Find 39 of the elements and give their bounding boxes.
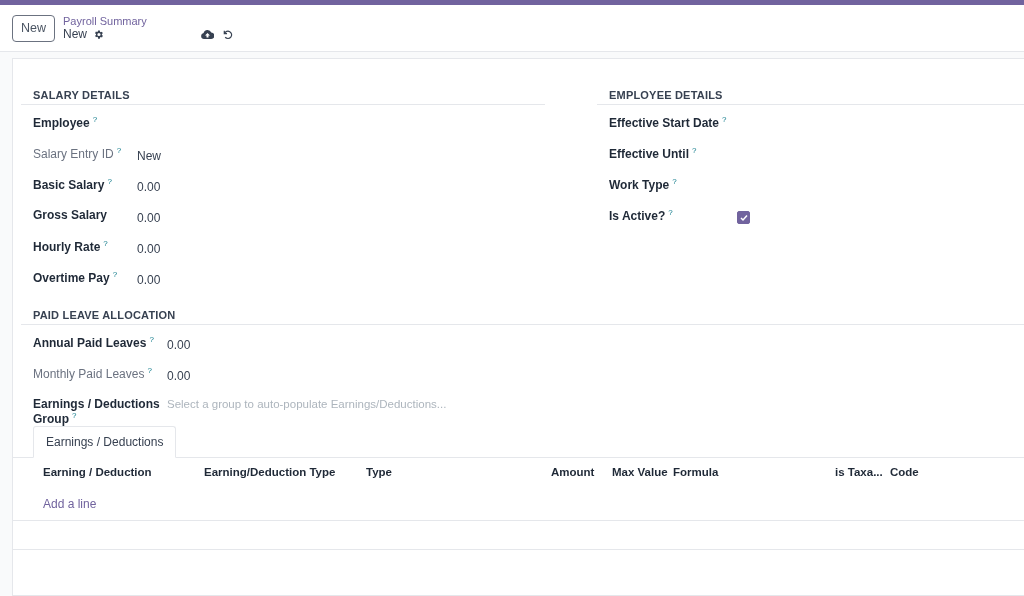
field-label: Employee $^{?}$ [33, 114, 99, 132]
column-header: Max Value [612, 466, 669, 478]
settings-icon[interactable] [93, 28, 105, 40]
add-line-link[interactable]: Add a line [43, 497, 97, 511]
field-label: Work Type $^{?}$ [609, 176, 678, 194]
field-label: Hourly Rate $^{?}$ [33, 238, 109, 256]
field-label: Gross Salary [33, 207, 109, 224]
field-label: Monthly Paid Leaves $^{?}$ [33, 365, 153, 383]
column-header: Earning/Deduction Type [204, 466, 337, 478]
column-header: is Taxa... [835, 466, 884, 478]
record-name: New [63, 27, 88, 41]
new-button[interactable]: New [12, 14, 55, 42]
field-label: Basic Salary $^{?}$ [33, 176, 113, 194]
column-header: Type [366, 466, 393, 478]
field-value: 0.00 [137, 179, 162, 194]
cloud-upload-icon[interactable] [200, 28, 214, 40]
undo-icon[interactable] [221, 28, 233, 40]
section-title: EMPLOYEE DETAILS [597, 89, 1024, 105]
field-label: Earnings / Deductions Group $^{?}$ [33, 396, 161, 426]
field-value: New [137, 148, 162, 163]
field-value: 0.00 [137, 210, 162, 225]
section-title: SALARY DETAILS [21, 89, 545, 105]
field-value: 0.00 [167, 368, 192, 383]
field-label: Overtime Pay $^{?}$ [33, 269, 119, 287]
column-header: Code [890, 466, 920, 478]
field-label: Salary Entry ID $^{?}$ [33, 145, 123, 163]
field-label: Is Active? $^{?}$ [609, 207, 674, 225]
field-label: Effective Start Date $^{?}$ [609, 114, 728, 132]
field-value: 0.00 [167, 337, 192, 352]
field-label: Effective Until $^{?}$ [609, 145, 698, 163]
column-header: Amount [551, 466, 596, 478]
field-value: 0.00 [137, 241, 162, 256]
section-title: PAID LEAVE ALLOCATION [21, 309, 1024, 325]
column-header: Earning / Deduction [43, 466, 153, 478]
field-label: Annual Paid Leaves $^{?}$ [33, 334, 155, 352]
column-header: Formula [673, 466, 720, 478]
tab[interactable]: Earnings / Deductions [33, 426, 177, 458]
breadcrumb-link[interactable]: Payroll Summary [63, 15, 147, 27]
field-value: 0.00 [137, 272, 162, 287]
